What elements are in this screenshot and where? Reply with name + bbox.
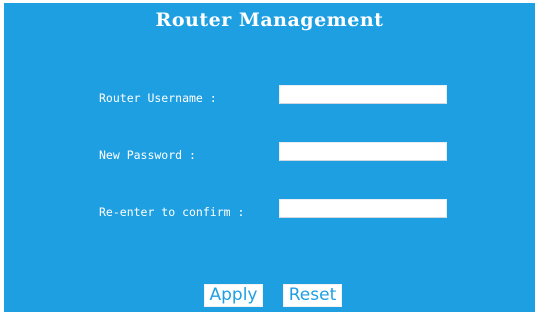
new-password-label: New Password : <box>99 148 196 162</box>
router-username-input[interactable] <box>279 85 447 104</box>
page-title: Router Management <box>155 9 384 31</box>
new-password-input[interactable] <box>279 142 447 161</box>
apply-button[interactable]: Apply <box>204 284 263 307</box>
router-username-label: Router Username : <box>99 91 217 105</box>
reset-button[interactable]: Reset <box>283 284 342 307</box>
confirm-password-input[interactable] <box>279 199 447 218</box>
router-management-panel: Router Management Router Username : New … <box>4 3 535 312</box>
confirm-password-label: Re-enter to confirm : <box>99 205 245 219</box>
